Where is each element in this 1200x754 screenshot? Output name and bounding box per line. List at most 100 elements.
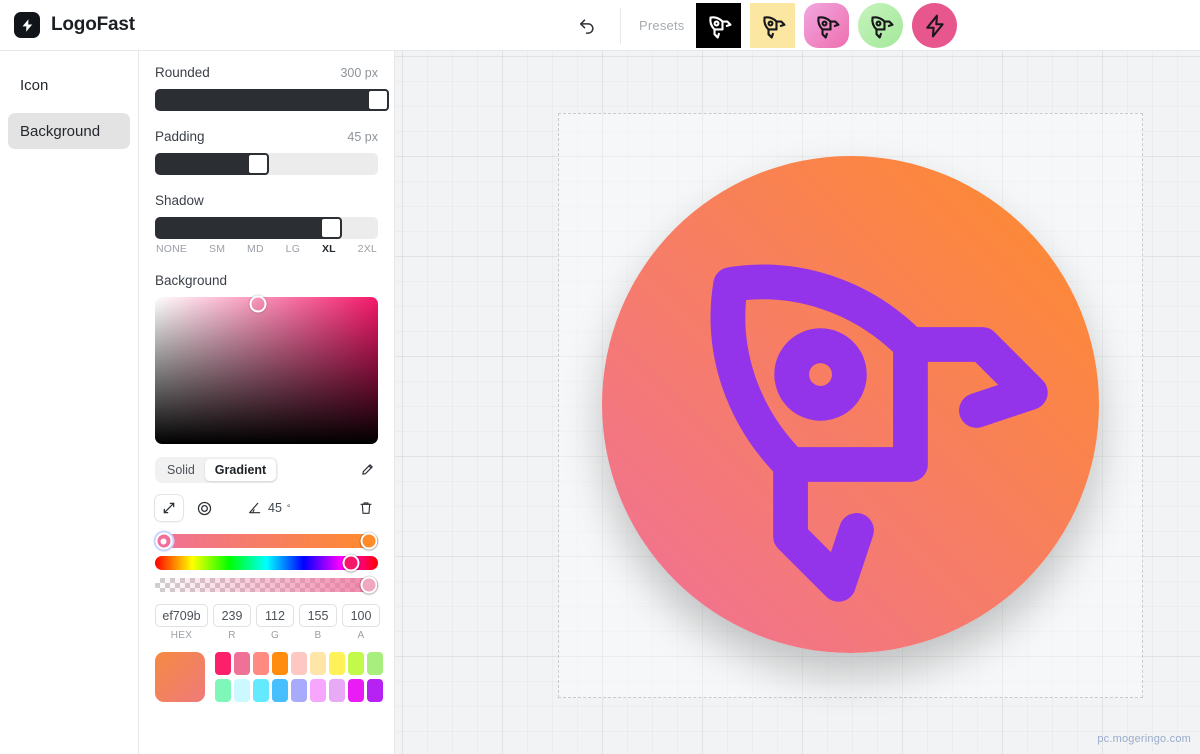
shadow-label: Shadow [155,193,204,208]
swatch[interactable] [253,679,269,702]
color-fields: HEX R G B A [155,604,380,641]
app-root: LogoFast Presets Icon Background Rounded… [0,0,1200,754]
alpha-label: A [357,630,365,641]
brand: LogoFast [0,12,135,38]
swatch[interactable] [215,652,231,675]
swatch[interactable] [234,679,250,702]
radial-gradient-button[interactable] [190,495,218,521]
alpha-slider-handle[interactable] [360,576,378,594]
hex-label: HEX [170,630,193,641]
gradient-angle[interactable]: 45 ° [247,500,291,516]
rounded-slider-fill [155,89,378,111]
rocket-icon [763,16,786,39]
app-header: LogoFast Presets [0,0,1200,51]
preset-cream-rocket[interactable] [750,3,796,48]
app-body: Icon Background Rounded 300 px Padding 4… [0,51,1200,754]
shadow-tick-sm[interactable]: SM [209,243,225,255]
alpha-input[interactable] [342,604,380,627]
gradient-angle-unit: ° [286,503,291,513]
delete-gradient-button[interactable] [354,496,378,520]
shadow-slider-thumb[interactable] [320,217,343,239]
swatch[interactable] [367,679,383,702]
sidebar-item-background[interactable]: Background [8,113,130,149]
swatch[interactable] [348,652,364,675]
swatch-row-2 [215,679,383,702]
swatch[interactable] [329,652,345,675]
rounded-slider-thumb[interactable] [367,89,389,111]
current-color-preview[interactable] [155,652,205,702]
swatch[interactable] [291,679,307,702]
swatch[interactable] [367,652,383,675]
shadow-control: Shadow NONE SM MD LG XL 2XL [155,193,378,255]
swatches-row [155,652,383,702]
presets-label: Presets [639,18,685,33]
shadow-slider-fill [155,217,332,239]
preset-pink-bolt[interactable] [912,3,958,48]
swatch[interactable] [329,679,345,702]
swatch[interactable] [348,679,364,702]
green-input[interactable] [256,604,294,627]
blue-label: B [314,630,322,641]
color-mode-row: Solid Gradient [155,457,378,483]
picker-cursor[interactable] [249,295,267,313]
preset-black-rocket[interactable] [696,3,742,48]
bolt-icon [14,12,40,38]
eyedropper-icon [361,463,373,475]
swatch[interactable] [310,652,326,675]
swatch[interactable] [272,679,288,702]
gradient-stops-slider[interactable] [155,532,378,550]
gradient-stop-start[interactable] [155,532,173,550]
swatch-row-1 [215,652,383,675]
padding-slider[interactable] [155,153,378,175]
header-divider [620,7,621,44]
shadow-tick-lg[interactable]: LG [286,243,300,255]
brand-name: LogoFast [51,14,135,35]
swatch[interactable] [253,652,269,675]
preset-green-rocket[interactable] [858,3,904,48]
undo-arrow-icon [580,18,594,34]
gradient-mode-button[interactable]: Gradient [204,459,277,481]
rocket-icon [871,16,894,39]
hue-slider-handle[interactable] [342,554,360,572]
alpha-field-group: A [342,604,380,641]
background-header: Background [155,273,378,288]
gradient-controls: 45 ° [155,495,378,521]
saturation-value-picker[interactable] [155,295,378,444]
shadow-tick-xl[interactable]: XL [322,243,336,255]
eyedropper-button[interactable] [354,458,378,482]
preview-canvas[interactable]: pc.mogeringo.com [395,51,1200,754]
red-input[interactable] [213,604,251,627]
swatch[interactable] [310,679,326,702]
undo-button[interactable] [570,9,604,43]
blue-input[interactable] [299,604,337,627]
logo-preview[interactable] [602,156,1099,653]
shadow-tick-none[interactable]: NONE [156,243,187,255]
rocket-icon [817,16,840,39]
preset-pink-rocket[interactable] [804,3,850,48]
sidebar-item-icon[interactable]: Icon [8,67,130,103]
shadow-tick-md[interactable]: MD [247,243,264,255]
header-center: Presets [570,0,958,51]
swatch[interactable] [215,679,231,702]
alpha-slider[interactable] [155,576,378,594]
padding-slider-thumb[interactable] [246,153,269,175]
swatch[interactable] [291,652,307,675]
gradient-stop-end[interactable] [360,532,378,550]
rocket-icon [709,16,732,39]
linear-gradient-button[interactable] [155,495,183,521]
rounded-label: Rounded [155,65,210,80]
swatch[interactable] [272,652,288,675]
swatch[interactable] [234,652,250,675]
hue-slider[interactable] [155,554,378,572]
padding-header: Padding 45 px [155,129,378,144]
green-field-group: G [256,604,294,641]
shadow-slider[interactable] [155,217,378,239]
rounded-slider[interactable] [155,89,389,111]
blue-field-group: B [299,604,337,641]
sidebar-item-label: Background [20,122,101,140]
solid-mode-button[interactable]: Solid [157,459,205,481]
sidebar-item-label: Icon [20,76,49,94]
shadow-tick-2xl[interactable]: 2XL [358,243,377,255]
hex-input[interactable] [155,604,208,627]
hex-field-group: HEX [155,604,208,641]
